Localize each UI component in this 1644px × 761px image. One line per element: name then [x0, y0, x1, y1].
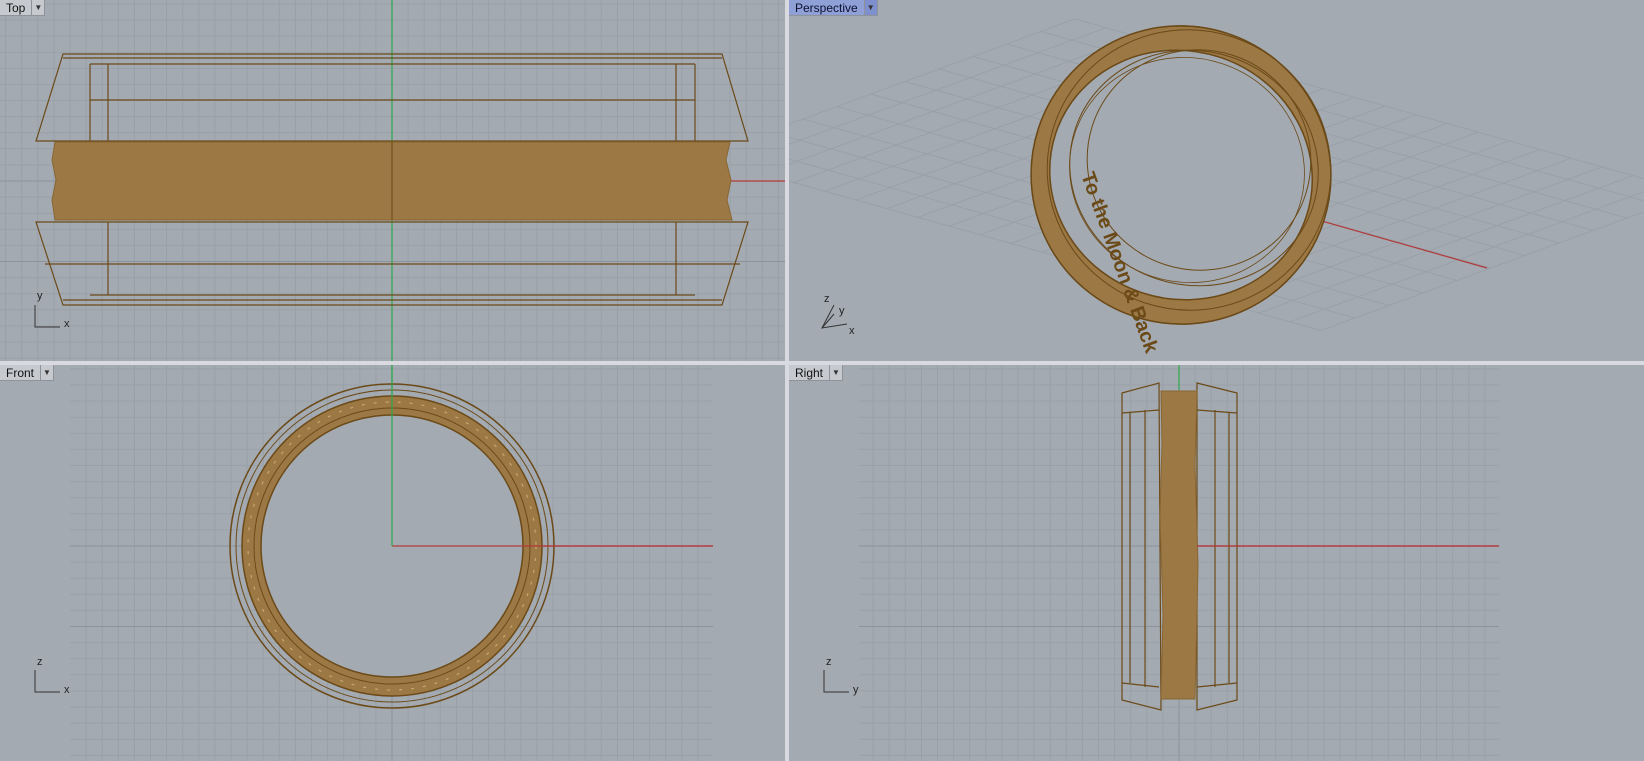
viewport-title-right[interactable]: Right ▼ — [789, 365, 844, 381]
gizmo-y-label: y — [37, 290, 43, 302]
ring-band-side — [1159, 390, 1199, 700]
gizmo-x-label: x — [64, 318, 70, 330]
viewport-title-perspective-label: Perspective — [795, 0, 858, 15]
axis-gizmo — [823, 670, 849, 693]
viewport-title-top-label: Top — [6, 0, 26, 15]
top-canvas[interactable]: y x — [0, 0, 785, 361]
gizmo-z-label: z — [824, 293, 830, 305]
axis-gizmo — [34, 305, 60, 328]
dropdown-triangle-icon[interactable]: ▼ — [31, 0, 44, 15]
dropdown-triangle-icon[interactable]: ▼ — [40, 365, 53, 380]
gizmo-z-label: z — [37, 656, 43, 668]
gizmo-y-label: y — [853, 684, 859, 696]
viewport-title-front[interactable]: Front ▼ — [0, 365, 55, 381]
viewport-front[interactable]: Front ▼ z x — [0, 365, 785, 761]
viewport-perspective[interactable]: Perspective ▼ To the Moon & Back z y x — [789, 0, 1644, 361]
axis-gizmo — [34, 670, 60, 693]
front-canvas[interactable]: z x — [0, 365, 785, 761]
viewport-top[interactable]: Top ▼ y x — [0, 0, 785, 361]
perspective-canvas[interactable]: To the Moon & Back z y x — [789, 0, 1644, 361]
gizmo-y-label: y — [839, 305, 845, 317]
viewport-title-right-label: Right — [795, 365, 824, 380]
gizmo-x-label: x — [849, 325, 855, 337]
dropdown-triangle-icon[interactable]: ▼ — [829, 365, 842, 380]
grid-line — [789, 18, 1076, 125]
dropdown-triangle-icon[interactable]: ▼ — [863, 0, 877, 15]
gizmo-z-label: z — [826, 656, 832, 668]
viewport-right[interactable]: Right ▼ z y — [789, 365, 1644, 761]
gizmo-x-label: x — [64, 684, 70, 696]
viewport-title-perspective[interactable]: Perspective ▼ — [789, 0, 878, 16]
viewport-title-top[interactable]: Top ▼ — [0, 0, 46, 16]
right-canvas[interactable]: z y — [789, 365, 1644, 761]
viewport-title-front-label: Front — [6, 365, 35, 380]
grid-line — [1320, 211, 1644, 331]
ring-perspective[interactable]: To the Moon & Back — [992, 0, 1369, 361]
